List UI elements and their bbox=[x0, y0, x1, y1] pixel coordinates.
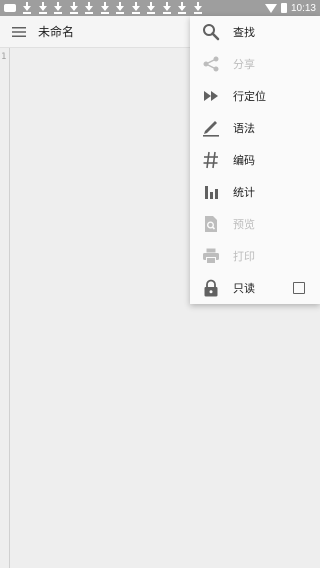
download-icon bbox=[67, 0, 83, 16]
menu-item-label: 预览 bbox=[233, 218, 255, 231]
menu-item-statistics[interactable]: 统计 bbox=[190, 176, 320, 208]
download-icon bbox=[129, 0, 145, 16]
printer-icon bbox=[201, 246, 221, 266]
download-icon bbox=[160, 0, 176, 16]
menu-item-label: 打印 bbox=[233, 250, 255, 263]
pen-underline-icon bbox=[201, 118, 221, 138]
download-icon bbox=[144, 0, 160, 16]
download-icon bbox=[175, 0, 191, 16]
status-bar: 10:13 bbox=[0, 0, 320, 16]
download-icon bbox=[113, 0, 129, 16]
download-icon bbox=[36, 0, 52, 16]
menu-item-find[interactable]: 查找 bbox=[190, 16, 320, 48]
menu-item-label: 分享 bbox=[233, 58, 255, 71]
download-icon bbox=[51, 0, 67, 16]
lock-icon bbox=[201, 278, 221, 298]
overflow-menu: 查找 分享 行定位 语法 编码 统计 预览 打印 只读 bbox=[190, 16, 320, 304]
message-icon bbox=[4, 4, 16, 12]
menu-item-label: 语法 bbox=[233, 122, 255, 135]
menu-item-label: 编码 bbox=[233, 154, 255, 167]
wifi-icon bbox=[264, 3, 277, 13]
hamburger-menu-icon[interactable] bbox=[0, 16, 38, 48]
menu-item-label: 行定位 bbox=[233, 90, 266, 103]
menu-item-print[interactable]: 打印 bbox=[190, 240, 320, 272]
menu-item-syntax[interactable]: 语法 bbox=[190, 112, 320, 144]
line-number: 1 bbox=[1, 52, 7, 62]
menu-item-label: 查找 bbox=[233, 26, 255, 39]
menu-item-encoding[interactable]: 编码 bbox=[190, 144, 320, 176]
download-icon bbox=[98, 0, 114, 16]
menu-item-preview[interactable]: 预览 bbox=[190, 208, 320, 240]
menu-item-read-only[interactable]: 只读 bbox=[190, 272, 320, 304]
download-icon bbox=[20, 0, 36, 16]
menu-item-goto-line[interactable]: 行定位 bbox=[190, 80, 320, 112]
document-title: 未命名 bbox=[38, 25, 75, 39]
share-icon bbox=[201, 54, 221, 74]
menu-item-label: 统计 bbox=[233, 186, 255, 199]
download-icon bbox=[82, 0, 98, 16]
bar-chart-icon bbox=[201, 182, 221, 202]
download-icon bbox=[191, 0, 207, 16]
status-time: 10:13 bbox=[290, 2, 316, 14]
fast-forward-icon bbox=[201, 86, 221, 106]
preview-file-icon bbox=[201, 214, 221, 234]
read-only-checkbox[interactable] bbox=[293, 282, 305, 294]
status-notifications bbox=[4, 0, 206, 16]
menu-item-label: 只读 bbox=[233, 282, 255, 295]
battery-icon bbox=[280, 3, 287, 13]
hash-icon bbox=[201, 150, 221, 170]
menu-item-share[interactable]: 分享 bbox=[190, 48, 320, 80]
search-icon bbox=[201, 22, 221, 42]
line-gutter: 1 bbox=[0, 48, 10, 568]
